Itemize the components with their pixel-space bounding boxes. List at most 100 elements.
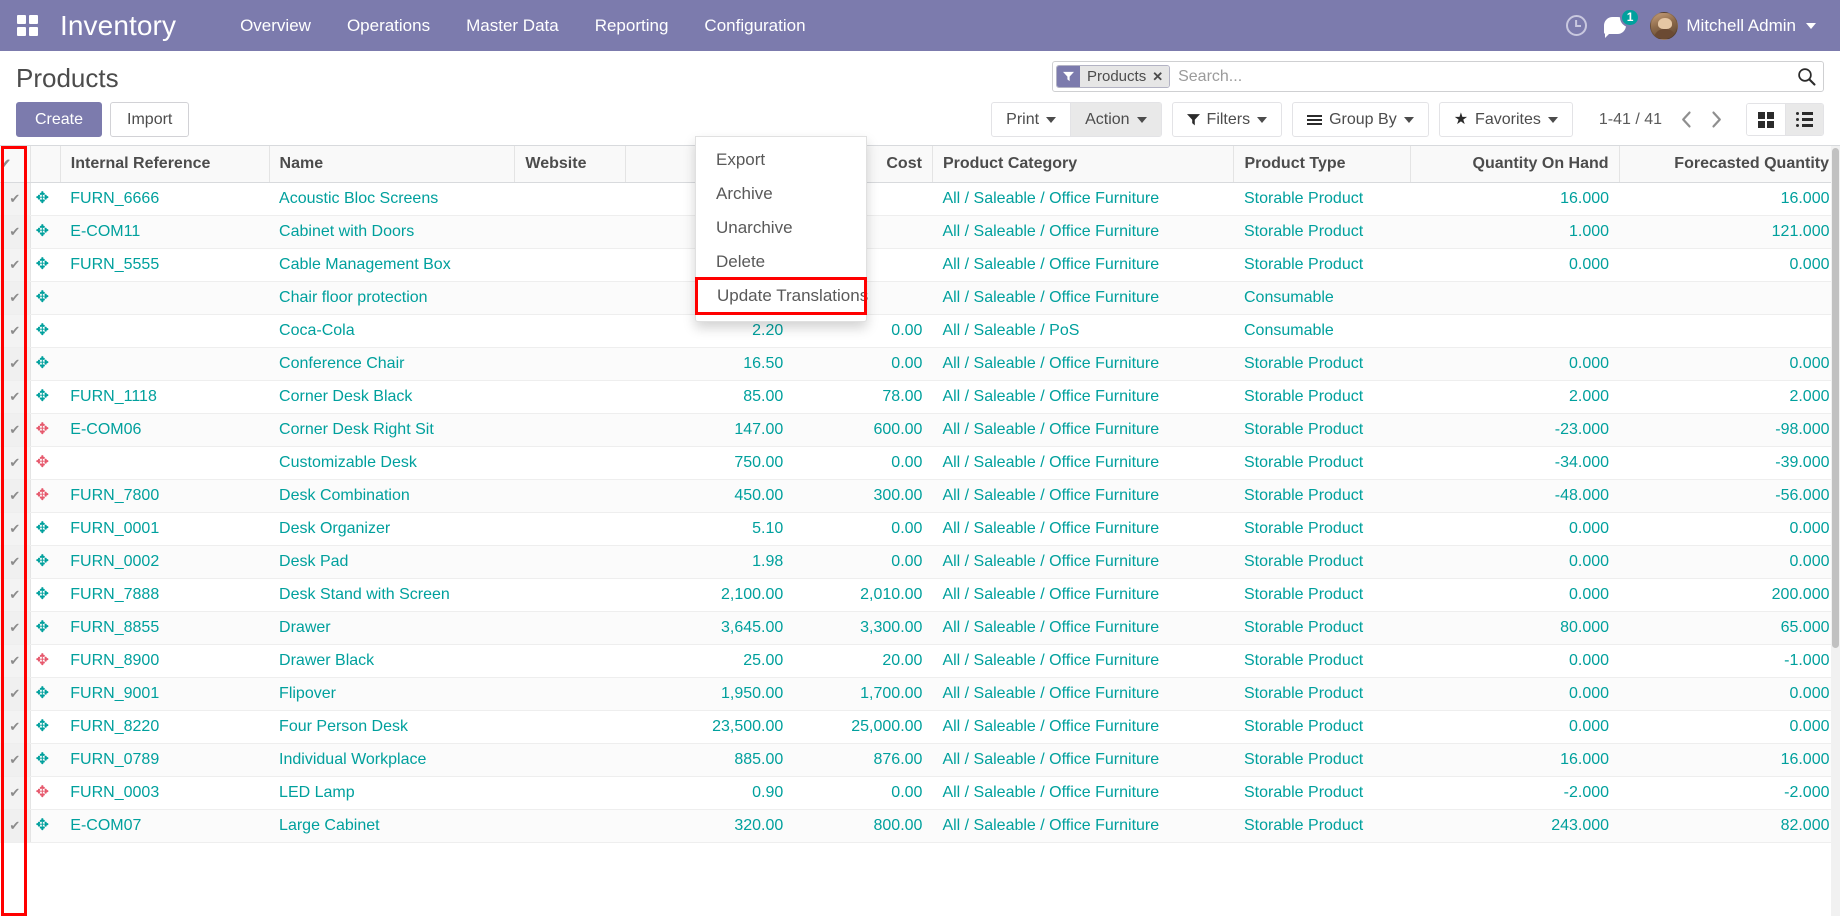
row-drag-handle-cell[interactable]: ✥ [30,810,60,843]
group-by-dropdown-button[interactable]: Group By [1293,103,1428,136]
row-checkbox-cell[interactable]: ✔ [0,249,30,282]
row-checkbox-cell[interactable]: ✔ [0,216,30,249]
row-drag-handle-cell[interactable]: ✥ [30,777,60,810]
row-checkbox-cell[interactable]: ✔ [0,777,30,810]
action-menu-item-export[interactable]: Export [696,143,866,177]
row-checkbox-cell[interactable]: ✔ [0,414,30,447]
drag-handle-icon[interactable]: ✥ [36,554,49,570]
create-button[interactable]: Create [16,102,102,137]
row-checkbox-cell[interactable]: ✔ [0,711,30,744]
table-row[interactable]: ✔✥FURN_0001Desk Organizer5.100.00All / S… [0,513,1840,546]
table-row[interactable]: ✔✥FURN_8220Four Person Desk23,500.0025,0… [0,711,1840,744]
action-menu-item-delete[interactable]: Delete [696,245,866,279]
activity-menu-button[interactable] [1556,6,1596,46]
search-icon[interactable] [1793,67,1819,86]
menu-item-configuration[interactable]: Configuration [686,10,823,42]
row-drag-handle-cell[interactable]: ✥ [30,414,60,447]
table-row[interactable]: ✔✥FURN_8855Drawer3,645.003,300.00All / S… [0,612,1840,645]
row-drag-handle-cell[interactable]: ✥ [30,480,60,513]
row-checkbox-cell[interactable]: ✔ [0,579,30,612]
column-header-internal-reference[interactable]: Internal Reference [60,146,269,183]
close-icon[interactable]: ✕ [1152,69,1163,85]
user-menu[interactable]: Mitchell Admin [1644,8,1824,44]
drag-handle-icon[interactable]: ✥ [36,290,49,306]
row-checkbox-cell[interactable]: ✔ [0,645,30,678]
drag-handle-icon[interactable]: ✥ [36,356,49,372]
drag-handle-icon[interactable]: ✥ [36,587,49,603]
column-header-product-category[interactable]: Product Category [932,146,1234,183]
row-drag-handle-cell[interactable]: ✥ [30,579,60,612]
drag-handle-icon[interactable]: ✥ [36,785,49,801]
column-header-forecasted-quantity[interactable]: Forecasted Quantity [1619,146,1839,183]
table-row[interactable]: ✔✥FURN_7888Desk Stand with Screen2,100.0… [0,579,1840,612]
app-brand-title[interactable]: Inventory [50,10,186,42]
row-drag-handle-cell[interactable]: ✥ [30,315,60,348]
row-drag-handle-cell[interactable]: ✥ [30,216,60,249]
row-checkbox-cell[interactable]: ✔ [0,315,30,348]
drag-handle-icon[interactable]: ✥ [36,620,49,636]
filters-dropdown-button[interactable]: Filters [1173,103,1282,136]
table-row[interactable]: ✔✥Customizable Desk750.000.00All / Salea… [0,447,1840,480]
row-drag-handle-cell[interactable]: ✥ [30,744,60,777]
drag-handle-icon[interactable]: ✥ [36,422,49,438]
table-row[interactable]: ✔✥FURN_0002Desk Pad1.980.00All / Saleabl… [0,546,1840,579]
drag-handle-icon[interactable]: ✥ [36,521,49,537]
kanban-view-button[interactable] [1747,104,1785,135]
drag-handle-icon[interactable]: ✥ [36,752,49,768]
drag-handle-icon[interactable]: ✥ [36,818,49,834]
table-row[interactable]: ✔✥Chair floor protection12.00All / Salea… [0,282,1840,315]
menu-item-overview[interactable]: Overview [222,10,329,42]
import-button[interactable]: Import [110,102,189,137]
pager-next-button[interactable] [1702,105,1730,135]
row-checkbox-cell[interactable]: ✔ [0,480,30,513]
print-dropdown-button[interactable]: Print [992,103,1070,136]
table-row[interactable]: ✔✥FURN_1118Corner Desk Black85.0078.00Al… [0,381,1840,414]
row-drag-handle-cell[interactable]: ✥ [30,381,60,414]
table-row[interactable]: ✔✥E-COM06Corner Desk Right Sit147.00600.… [0,414,1840,447]
row-drag-handle-cell[interactable]: ✥ [30,249,60,282]
pager-previous-button[interactable] [1672,105,1700,135]
menu-item-master-data[interactable]: Master Data [448,10,577,42]
drag-handle-icon[interactable]: ✥ [36,224,49,240]
drag-handle-icon[interactable]: ✥ [36,488,49,504]
row-checkbox-cell[interactable]: ✔ [0,810,30,843]
drag-handle-icon[interactable]: ✥ [36,455,49,471]
drag-handle-icon[interactable]: ✥ [36,257,49,273]
search-facet-products[interactable]: Products ✕ [1056,65,1170,88]
action-dropdown-button[interactable]: Action [1070,103,1160,136]
column-header-website[interactable]: Website [515,146,625,183]
drag-handle-icon[interactable]: ✥ [36,389,49,405]
row-drag-handle-cell[interactable]: ✥ [30,282,60,315]
action-menu-item-archive[interactable]: Archive [696,177,866,211]
drag-handle-icon[interactable]: ✥ [36,719,49,735]
vertical-scrollbar[interactable] [1831,146,1840,916]
row-drag-handle-cell[interactable]: ✥ [30,183,60,216]
column-header-product-type[interactable]: Product Type [1234,146,1410,183]
row-drag-handle-cell[interactable]: ✥ [30,678,60,711]
drag-handle-icon[interactable]: ✥ [36,686,49,702]
apps-menu-toggle[interactable] [10,9,44,43]
table-row[interactable]: ✔✥Coca-Cola2.200.00All / Saleable / PoSC… [0,315,1840,348]
drag-handle-icon[interactable]: ✥ [36,653,49,669]
scrollbar-thumb[interactable] [1832,148,1839,648]
column-header-name[interactable]: Name [269,146,515,183]
table-row[interactable]: ✔✥FURN_0789Individual Workplace885.00876… [0,744,1840,777]
select-all-checkbox-cell[interactable]: ✔ [0,146,30,183]
table-row[interactable]: ✔✥FURN_8900Drawer Black25.0020.00All / S… [0,645,1840,678]
drag-handle-icon[interactable]: ✥ [36,191,49,207]
row-checkbox-cell[interactable]: ✔ [0,513,30,546]
action-menu-item-update-translations[interactable]: Update Translations [697,279,865,313]
row-checkbox-cell[interactable]: ✔ [0,744,30,777]
search-view[interactable]: Products ✕ [1052,61,1824,92]
row-drag-handle-cell[interactable]: ✥ [30,546,60,579]
table-row[interactable]: ✔✥E-COM07Large Cabinet320.00800.00All / … [0,810,1840,843]
row-drag-handle-cell[interactable]: ✥ [30,348,60,381]
action-menu-item-unarchive[interactable]: Unarchive [696,211,866,245]
table-row[interactable]: ✔✥FURN_0003LED Lamp0.900.00All / Saleabl… [0,777,1840,810]
row-checkbox-cell[interactable]: ✔ [0,282,30,315]
menu-item-reporting[interactable]: Reporting [577,10,687,42]
row-checkbox-cell[interactable]: ✔ [0,612,30,645]
table-row[interactable]: ✔✥FURN_5555Cable Management Box100.00All… [0,249,1840,282]
favorites-dropdown-button[interactable]: ★ Favorites [1440,103,1572,136]
row-checkbox-cell[interactable]: ✔ [0,183,30,216]
